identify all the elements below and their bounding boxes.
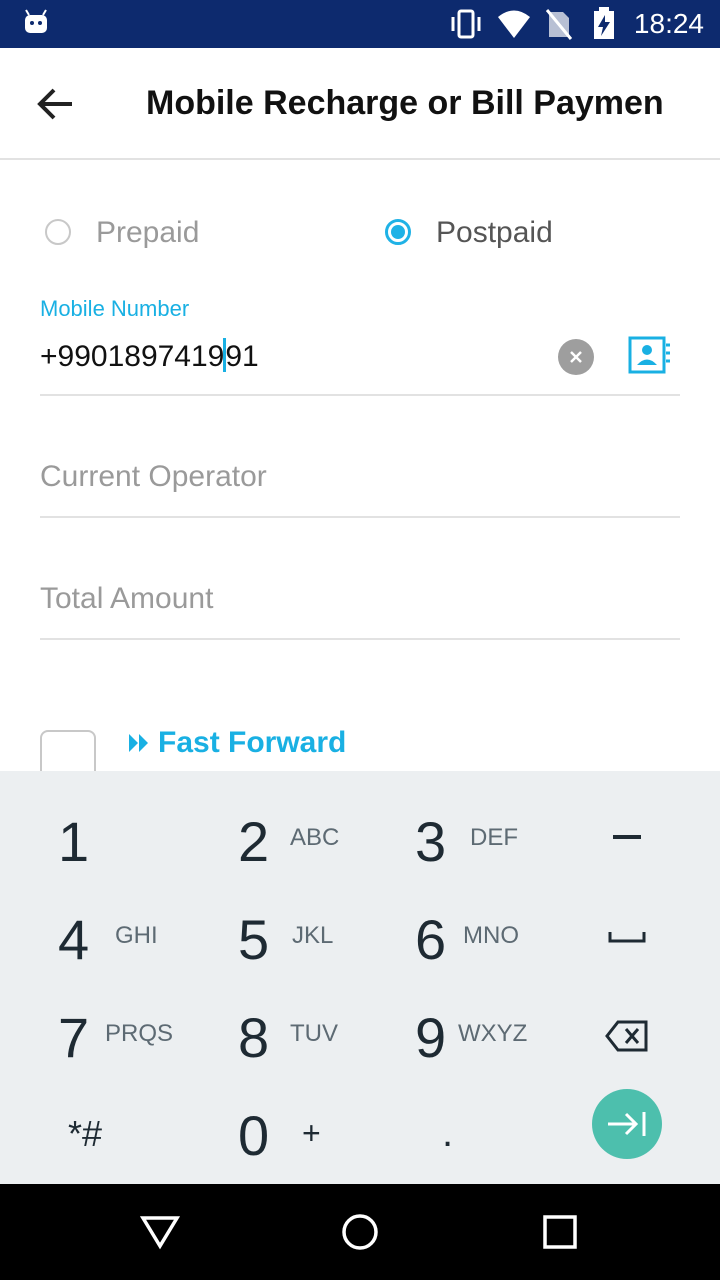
radio-postpaid[interactable]: Postpaid: [380, 208, 660, 258]
key-digit: *#: [68, 1113, 103, 1154]
battery-charging-icon: [594, 7, 614, 39]
key-0[interactable]: 0 +: [180, 1071, 360, 1184]
radio-prepaid-label: Prepaid: [96, 216, 200, 249]
home-circle-icon[interactable]: [340, 1212, 380, 1252]
radio-postpaid-label: Postpaid: [436, 216, 553, 249]
back-triangle-icon[interactable]: [140, 1214, 180, 1250]
current-operator-input[interactable]: Current Operator: [40, 460, 267, 494]
key-letters: DEF: [470, 824, 518, 851]
key-digit: 5: [238, 908, 270, 971]
space-icon: [608, 932, 646, 943]
key-digit: 1: [58, 810, 90, 873]
key-9[interactable]: 9 WXYZ: [360, 971, 540, 1071]
backspace-icon: [605, 1020, 648, 1052]
contacts-icon[interactable]: [628, 336, 672, 376]
key-digit: 7: [58, 1006, 90, 1069]
key-digit: .: [442, 1111, 454, 1155]
mobile-number-underline: [40, 394, 680, 396]
mobile-number-value: +9901897419: [40, 340, 225, 373]
wifi-icon: [498, 10, 530, 38]
mobile-number-input[interactable]: +990189741991: [40, 338, 259, 374]
key-letters: TUV: [290, 1020, 338, 1047]
mobile-number-value-tail: 91: [225, 340, 259, 373]
status-time: 18:24: [633, 8, 704, 39]
key-6[interactable]: 6 MNO: [360, 871, 540, 971]
numeric-keyboard: 1 2 ABC 3 DEF 4 GHI 5 JKL 6 MNO 7 PRQS 8…: [0, 771, 720, 1184]
key-letters: MNO: [463, 922, 519, 949]
minus-icon: [613, 835, 641, 839]
key-digit: 4: [58, 908, 90, 971]
key-4[interactable]: 4 GHI: [0, 871, 180, 971]
key-letters: ABC: [290, 824, 340, 851]
key-1[interactable]: 1: [0, 771, 180, 873]
next-field-button[interactable]: [592, 1089, 662, 1159]
radio-button-unchecked[interactable]: [45, 219, 71, 245]
total-amount-underline: [40, 638, 680, 640]
key-digit: 3: [415, 810, 447, 873]
key-letters: PRQS: [105, 1020, 174, 1047]
clear-button[interactable]: [558, 339, 594, 375]
app-bar: Mobile Recharge or Bill Paymen: [0, 48, 720, 160]
vibrate-icon: [451, 9, 481, 39]
key-digit: 9: [415, 1006, 447, 1069]
close-icon: [570, 351, 582, 363]
fast-forward-label[interactable]: Fast Forward: [158, 726, 346, 760]
key-minus[interactable]: [540, 771, 720, 871]
android-icon: [25, 9, 47, 33]
fast-forward-icon: [129, 734, 148, 752]
key-digit: 0: [238, 1104, 270, 1167]
key-dot[interactable]: .: [360, 1071, 540, 1184]
key-star-hash[interactable]: *#: [0, 1071, 180, 1184]
current-operator-underline: [40, 516, 680, 518]
key-backspace[interactable]: [540, 971, 720, 1071]
radio-button-checked[interactable]: [385, 219, 411, 245]
mobile-number-label: Mobile Number: [40, 296, 190, 321]
navigation-bar: [0, 1184, 720, 1280]
key-digit: 8: [238, 1006, 270, 1069]
arrow-left-icon[interactable]: [36, 86, 76, 122]
recents-square-icon[interactable]: [542, 1214, 578, 1250]
key-7[interactable]: 7 PRQS: [0, 971, 180, 1071]
key-digit: 6: [415, 908, 447, 971]
key-8[interactable]: 8 TUV: [180, 971, 360, 1071]
key-letters: JKL: [292, 922, 334, 949]
radio-prepaid[interactable]: Prepaid: [40, 208, 320, 258]
status-bar: 18:24: [0, 0, 720, 48]
key-letters: GHI: [115, 922, 158, 949]
next-field-icon: [608, 1112, 646, 1136]
total-amount-input[interactable]: Total Amount: [40, 582, 213, 616]
key-3[interactable]: 3 DEF: [360, 771, 540, 873]
radio-dot: [391, 225, 405, 239]
no-sim-icon: [546, 9, 572, 40]
page-title: Mobile Recharge or Bill Paymen: [146, 84, 664, 122]
key-2[interactable]: 2 ABC: [180, 771, 360, 873]
key-space[interactable]: [540, 871, 720, 971]
key-letters: WXYZ: [458, 1020, 528, 1047]
key-plus: +: [302, 1115, 321, 1151]
key-5[interactable]: 5 JKL: [180, 871, 360, 971]
key-digit: 2: [238, 810, 270, 873]
